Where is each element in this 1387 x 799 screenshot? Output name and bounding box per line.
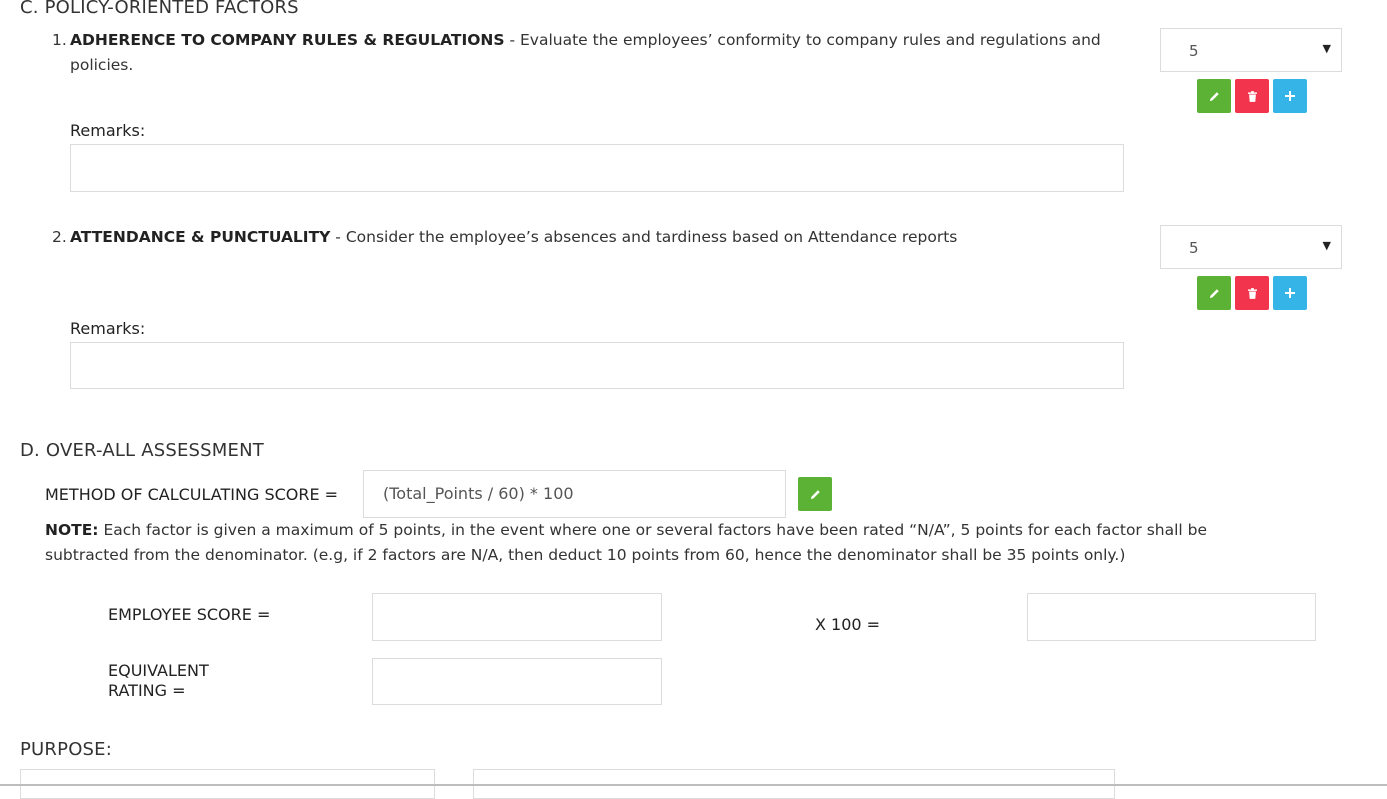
trash-icon (1247, 287, 1257, 299)
delete-button-1[interactable] (1235, 79, 1269, 113)
delete-button-2[interactable] (1235, 276, 1269, 310)
question-2-name: ATTENDANCE & PUNCTUALITY (70, 228, 331, 246)
employee-score-label: EMPLOYEE SCORE = (108, 605, 271, 624)
equivalent-rating-label: EQUIVALENT RATING = (108, 661, 209, 700)
plus-icon (1285, 288, 1295, 298)
purpose-title: PURPOSE: (20, 739, 113, 760)
caret-down-icon: ▼ (1322, 239, 1331, 252)
question-2-number: 2. (52, 228, 67, 246)
rating-select-2-value: 5 (1189, 239, 1199, 257)
caret-down-icon: ▼ (1322, 42, 1331, 55)
method-formula-value: (Total_Points / 60) * 100 (383, 484, 574, 503)
note-text: Each factor is given a maximum of 5 poin… (45, 521, 1208, 564)
remarks-label-2: Remarks: (70, 319, 146, 338)
question-1-name: ADHERENCE TO COMPANY RULES & REGULATIONS (70, 31, 505, 49)
edit-button-2[interactable] (1197, 276, 1231, 310)
edit-formula-button[interactable] (798, 477, 832, 511)
method-label: METHOD OF CALCULATING SCORE = (45, 485, 339, 504)
section-d-title: D. OVER-ALL ASSESSMENT (20, 440, 264, 461)
method-formula-input[interactable]: (Total_Points / 60) * 100 (363, 470, 786, 518)
question-2: 2. ATTENDANCE & PUNCTUALITY - Consider t… (52, 225, 1132, 250)
final-score-input[interactable] (1027, 593, 1316, 641)
rating-select-2[interactable]: 5 ▼ (1160, 225, 1342, 269)
note-label: NOTE: (45, 521, 99, 539)
remarks-input-2[interactable] (70, 342, 1124, 389)
remarks-label-1: Remarks: (70, 121, 146, 140)
section-c-title: C. POLICY-ORIENTED FACTORS (20, 0, 299, 18)
employee-score-input[interactable] (372, 593, 662, 641)
edit-button-1[interactable] (1197, 79, 1231, 113)
remarks-input-1[interactable] (70, 144, 1124, 192)
pencil-icon (1209, 288, 1219, 298)
add-button-1[interactable] (1273, 79, 1307, 113)
pencil-icon (810, 489, 820, 499)
rating-select-1-value: 5 (1189, 42, 1199, 60)
add-button-2[interactable] (1273, 276, 1307, 310)
question-1: 1. ADHERENCE TO COMPANY RULES & REGULATI… (52, 28, 1132, 78)
equivalent-rating-input[interactable] (372, 658, 662, 705)
question-2-description: - Consider the employee’s absences and t… (330, 228, 958, 246)
pencil-icon (1209, 91, 1219, 101)
x100-label: X 100 = (815, 615, 881, 634)
plus-icon (1285, 91, 1295, 101)
trash-icon (1247, 90, 1257, 102)
note: NOTE: Each factor is given a maximum of … (45, 518, 1295, 568)
question-1-number: 1. (52, 31, 67, 49)
rating-select-1[interactable]: 5 ▼ (1160, 28, 1342, 72)
